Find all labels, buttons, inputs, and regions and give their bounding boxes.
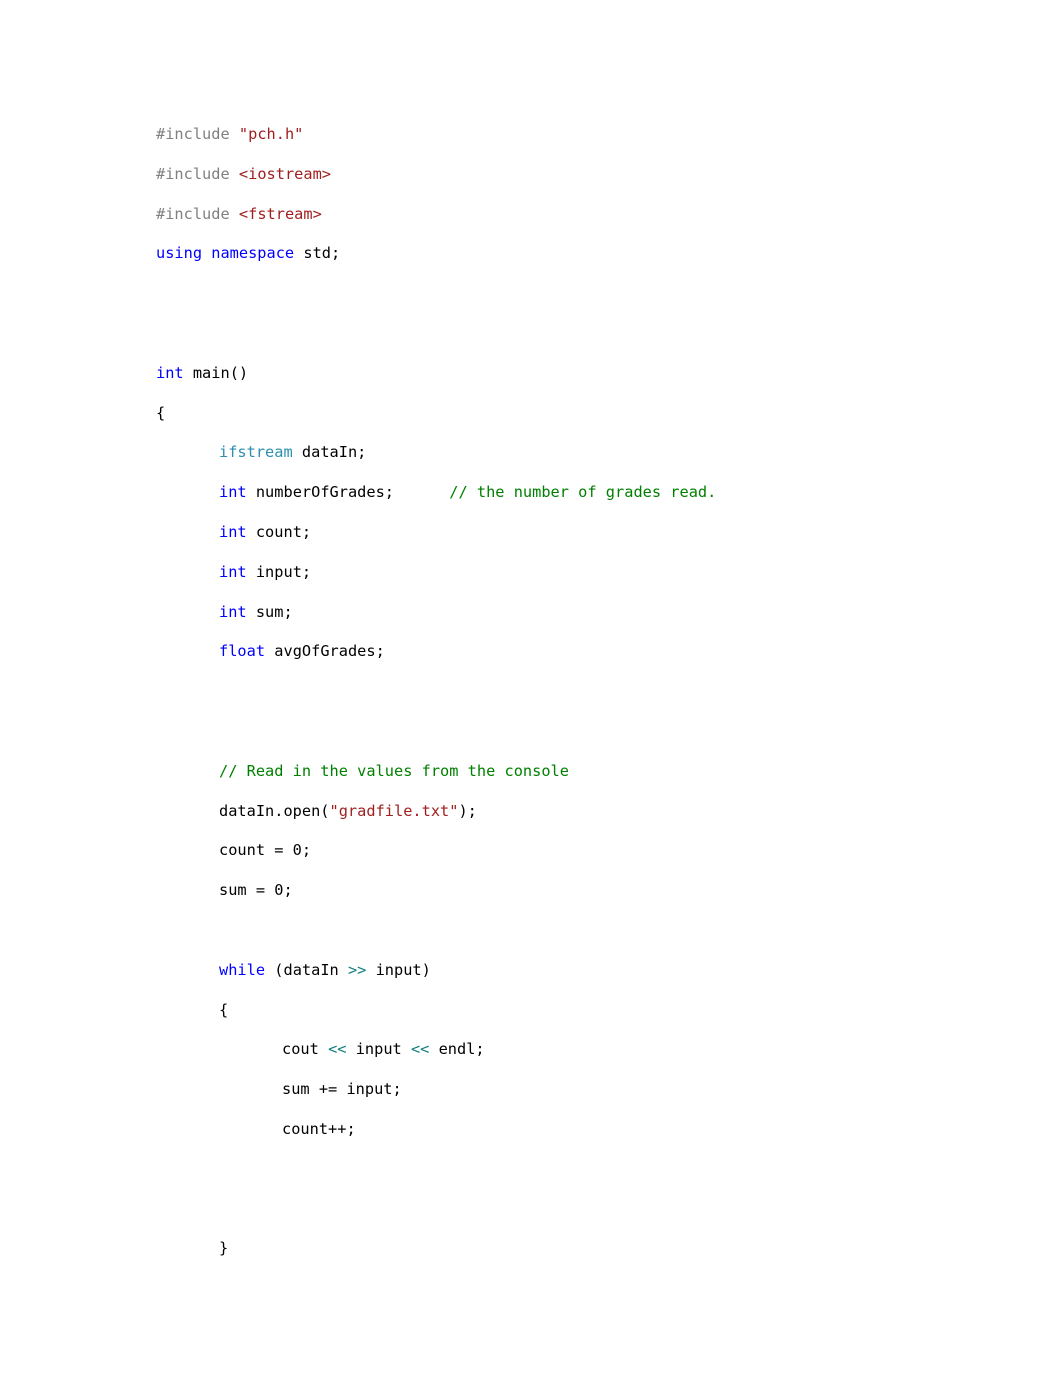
code-line: #include <fstream>	[156, 204, 1016, 244]
code-line: count = 0;	[156, 840, 1016, 880]
token-plain: input	[346, 1040, 411, 1059]
code-line: int numberOfGrades; // the number of gra…	[156, 482, 1016, 522]
token-plain: input)	[366, 960, 431, 979]
token-plain: std;	[294, 244, 341, 263]
token-com: // Read in the values from the console	[219, 761, 569, 780]
token-plain: count;	[246, 522, 312, 541]
token-plain: {	[219, 1000, 229, 1019]
code-line: // Read in the values from the console	[156, 761, 1016, 801]
code-line: int count;	[156, 522, 1016, 562]
token-plain: }	[219, 1239, 229, 1258]
code-line: cout << input << endl;	[156, 1039, 1016, 1079]
token-plain: count++;	[282, 1119, 356, 1138]
token-plain: avgOfGrades;	[265, 642, 385, 661]
code-line: int main()	[156, 363, 1016, 403]
code-line: count++;	[156, 1119, 1016, 1159]
token-plain: {	[156, 403, 166, 422]
token-plain: numberOfGrades;	[246, 483, 450, 502]
token-str: <iostream>	[238, 164, 332, 183]
code-line: using namespace std;	[156, 243, 1016, 283]
token-kw: while	[219, 960, 266, 979]
code-line: float avgOfGrades;	[156, 641, 1016, 681]
code-line: #include "pch.h"	[156, 124, 1016, 164]
token-kw: int	[219, 483, 247, 502]
token-com: // the number of grades read.	[449, 483, 717, 502]
token-plain: main()	[183, 363, 249, 382]
token-op: <<	[410, 1040, 430, 1059]
token-op: <<	[328, 1040, 347, 1059]
code-line: {	[156, 1000, 1016, 1040]
code-line: #include <iostream>	[156, 164, 1016, 204]
token-plain: dataIn.open(	[219, 801, 330, 820]
token-kw: int	[219, 562, 247, 581]
token-pre: #include	[156, 125, 230, 143]
code-line: {	[156, 403, 1016, 443]
token-str: "gradfile.txt"	[329, 801, 459, 820]
token-kw: float	[219, 642, 266, 661]
token-plain: cout	[282, 1040, 329, 1059]
token-pre: #include	[156, 204, 230, 223]
code-line: }	[156, 1238, 1016, 1278]
token-plain: sum += input;	[282, 1080, 402, 1099]
token-plain: (dataIn	[265, 960, 348, 979]
token-plain: dataIn;	[292, 443, 367, 462]
token-str: "pch.h"	[238, 125, 304, 143]
token-pre: #include	[156, 164, 230, 183]
code-line: dataIn.open("gradfile.txt");	[156, 801, 1016, 841]
code-line: int input;	[156, 562, 1016, 602]
token-type: ifstream	[219, 443, 293, 462]
token-plain: sum = 0;	[219, 881, 293, 900]
code-line: while (dataIn >> input)	[156, 960, 1016, 1000]
token-op: >>	[347, 960, 367, 979]
code-line: sum = 0;	[156, 880, 1016, 920]
code-line: ifstream dataIn;	[156, 442, 1016, 482]
code-line: sum += input;	[156, 1079, 1016, 1119]
code-line: int sum;	[156, 602, 1016, 642]
token-plain: endl;	[429, 1040, 485, 1059]
token-plain: input;	[246, 562, 312, 581]
token-plain: count = 0;	[219, 841, 312, 860]
token-str: <fstream>	[238, 204, 322, 223]
token-plain: sum;	[246, 602, 293, 621]
code-listing: #include "pch.h" #include <iostream> #incl…	[156, 124, 1016, 1278]
token-kw: int	[219, 602, 247, 621]
token-kw: int	[156, 363, 184, 382]
token-kw: int	[219, 522, 247, 541]
token-plain: );	[458, 801, 477, 820]
token-kw: using namespace	[156, 244, 295, 263]
